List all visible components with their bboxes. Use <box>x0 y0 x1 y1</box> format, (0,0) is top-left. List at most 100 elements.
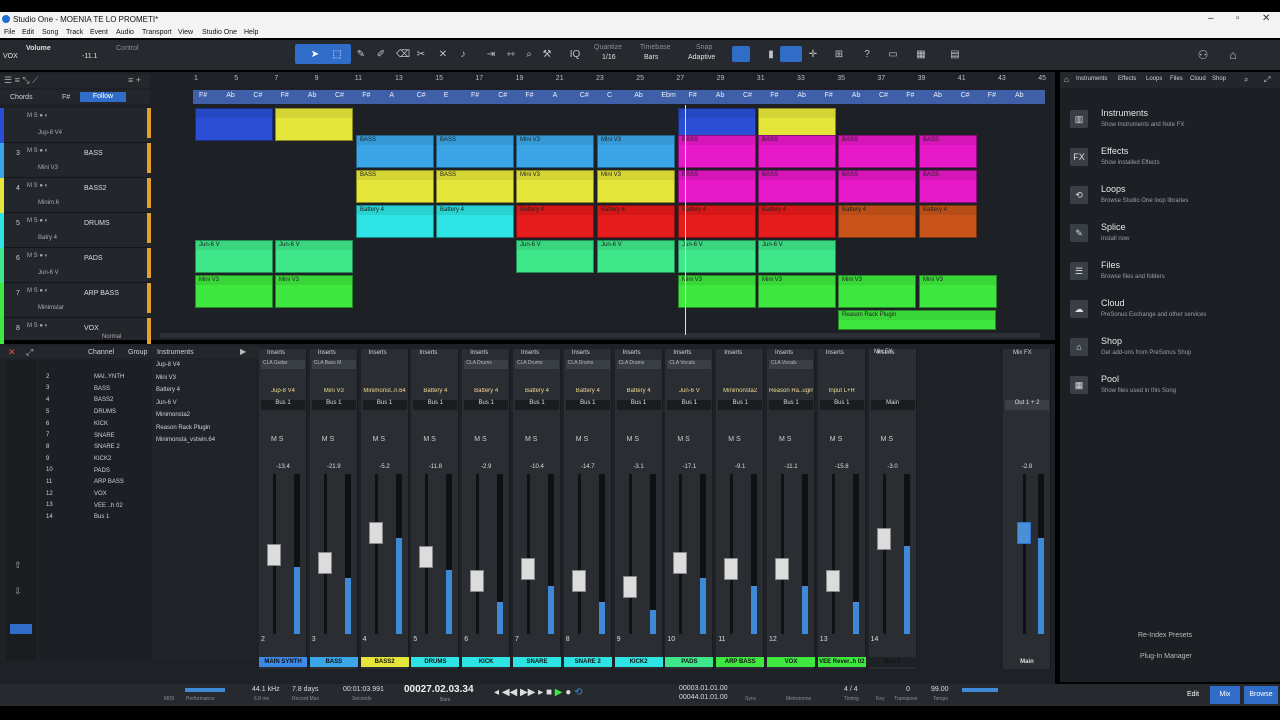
mute-solo-buttons[interactable]: M S <box>881 436 893 443</box>
strip-instrument[interactable]: Battery 4 <box>464 388 508 398</box>
channel-list-item[interactable]: BASS2 <box>94 397 113 403</box>
play-icon[interactable]: ▶ <box>555 687 563 698</box>
chord-symbol[interactable]: F# <box>471 92 479 99</box>
inserts-label[interactable]: Inserts <box>724 350 742 356</box>
chord-symbol[interactable]: F# <box>525 92 533 99</box>
volume-value[interactable]: -11.1 <box>82 53 97 60</box>
clip[interactable]: Battery 4 <box>356 205 434 238</box>
strip-output[interactable]: Bus 1 <box>261 400 305 410</box>
loop-icon[interactable]: ⟲ <box>574 687 582 698</box>
inserts-label[interactable]: Inserts <box>521 350 539 356</box>
insert-plugin[interactable]: CLA Vocals <box>667 360 712 369</box>
channel-list-item[interactable]: Bus 1 <box>94 514 109 520</box>
transpose-value[interactable]: 0 <box>906 686 910 693</box>
fader-knob[interactable] <box>368 522 383 544</box>
clip[interactable]: BASS <box>838 170 916 203</box>
tab-loops[interactable]: Loops <box>1146 76 1162 82</box>
snap-value[interactable]: Adaptive <box>688 54 715 61</box>
strip-name[interactable]: KICK <box>462 657 511 667</box>
mute-solo-buttons[interactable]: M S <box>728 436 740 443</box>
strip-output[interactable]: Bus 1 <box>464 400 509 410</box>
strip-instrument[interactable]: Battery 4 <box>617 388 661 398</box>
fader-knob[interactable] <box>521 558 535 580</box>
track-header[interactable]: 3 M S ● ◐ BASS Mini V3 <box>0 143 151 178</box>
expand-icon[interactable]: ⤢ <box>1264 75 1270 85</box>
clip[interactable]: Jun-6 V <box>275 240 353 273</box>
chord-symbol[interactable]: Ab <box>797 92 806 99</box>
instrument-entry[interactable]: Mini V3 <box>156 375 176 381</box>
browse-page-button[interactable]: Browse <box>1244 686 1278 704</box>
playhead[interactable] <box>685 105 686 335</box>
clip[interactable]: Mini V3 <box>516 170 594 203</box>
panel-arrow-icon[interactable]: ▶ <box>240 347 246 356</box>
track-name[interactable]: VOX <box>84 325 99 332</box>
collapse-icon[interactable]: ⇩ <box>14 586 22 597</box>
fader-knob[interactable] <box>775 558 789 580</box>
chord-symbol[interactable]: F# <box>825 92 833 99</box>
bend-tool-icon[interactable]: ⇥ <box>484 48 498 62</box>
clip[interactable]: BASS <box>356 170 434 203</box>
chord-symbol[interactable]: Ab <box>716 92 725 99</box>
snap-toggle-button[interactable] <box>732 46 750 62</box>
inserts-label[interactable]: Inserts <box>267 350 285 356</box>
follow-chords-button[interactable]: Follow <box>80 92 126 102</box>
mix-page-button[interactable]: Mix <box>1210 686 1240 704</box>
track-instrument[interactable]: Jup-8 V4 <box>38 130 62 136</box>
chord-symbol[interactable]: C# <box>253 92 262 99</box>
insert-plugin[interactable]: CLA Drums <box>565 360 610 369</box>
menu-help[interactable]: Help <box>244 29 258 36</box>
main-output[interactable]: Out 1 + 2 <box>1005 400 1049 410</box>
follow-button[interactable] <box>780 46 802 62</box>
track-instrument[interactable]: Mini V3 <box>38 165 58 171</box>
minimize-icon[interactable]: – <box>1208 13 1214 24</box>
instrument-entry[interactable]: Jup-8 V4 <box>156 362 180 368</box>
insert-plugin[interactable]: CLA Bass M <box>311 360 356 369</box>
insert-plugin[interactable]: CLA Drums <box>616 360 661 369</box>
chord-symbol[interactable]: A <box>389 92 394 99</box>
chord-symbol[interactable]: F# <box>689 92 697 99</box>
chord-symbol[interactable]: Ab <box>634 92 643 99</box>
browser-item-instruments[interactable]: ▥ Instruments Show Instruments and Note FX <box>1070 108 1270 146</box>
loop-end[interactable]: 00044.01.01.00 <box>679 694 728 701</box>
chord-symbol[interactable]: C# <box>743 92 752 99</box>
pencil-tool-icon[interactable]: ✎ <box>354 48 368 62</box>
instrument-entry[interactable]: Battery 4 <box>156 387 180 393</box>
insert-plugin[interactable]: CLA Vocals <box>769 360 813 369</box>
main-fader-knob[interactable] <box>1017 522 1031 544</box>
strip-name[interactable]: SNARE 2 <box>563 657 612 667</box>
plugin-manager-button[interactable]: Plug-In Manager <box>1140 653 1192 660</box>
insert-plugin[interactable]: CLA Drums <box>515 360 559 369</box>
channel-list-item[interactable]: VEE ..h 02 <box>94 503 123 509</box>
mute-solo-buttons[interactable]: M S <box>373 436 385 443</box>
mute-solo-rec-buttons[interactable]: M S ● ◐ <box>27 323 48 329</box>
strip-name[interactable]: VEE Rever..h 02 <box>817 657 866 667</box>
browser-home-icon[interactable]: ⌂ <box>1064 75 1069 84</box>
inserts-label[interactable]: Inserts <box>775 350 793 356</box>
channel-list-item[interactable]: SNARE <box>94 433 115 439</box>
clip[interactable]: Mini V3 <box>919 275 997 308</box>
menu-studio-one[interactable]: Studio One <box>202 29 237 36</box>
strip-instrument[interactable]: Battery 4 <box>566 388 610 398</box>
menu-song[interactable]: Song <box>42 29 58 36</box>
mute-solo-buttons[interactable]: M S <box>525 436 537 443</box>
clip[interactable]: BASS <box>758 170 836 203</box>
clip[interactable]: Battery 4 <box>838 205 916 238</box>
chord-track[interactable]: F# Ab C# F# Ab C# F# A C# E F# C# F# A C# C Ab Ebm F# Ab C# F… <box>193 90 1045 104</box>
clip[interactable] <box>195 108 273 141</box>
strip-instrument[interactable]: Mini V3 <box>312 388 356 398</box>
track-instrument[interactable]: Minimstar <box>38 305 64 311</box>
paint-tool-icon[interactable]: ✐ <box>374 48 388 62</box>
clip[interactable]: Mini V3 <box>597 135 675 168</box>
chord-key-label[interactable]: F# <box>62 94 70 101</box>
tab-instruments[interactable]: Instruments <box>1076 76 1107 82</box>
channel-list-item[interactable]: BASS <box>94 386 110 392</box>
mute-solo-buttons[interactable]: M S <box>474 436 486 443</box>
inserts-label[interactable]: Inserts <box>470 350 488 356</box>
clip[interactable]: BASS <box>678 170 756 203</box>
clip[interactable]: Mini V3 <box>516 135 594 168</box>
fader-knob[interactable] <box>470 570 485 592</box>
strip-name[interactable]: BASS <box>309 657 358 667</box>
rewind-start-icon[interactable]: ◂ <box>494 687 499 698</box>
menu-transport[interactable]: Transport <box>142 29 172 36</box>
close-icon[interactable]: ✕ <box>1262 13 1270 24</box>
